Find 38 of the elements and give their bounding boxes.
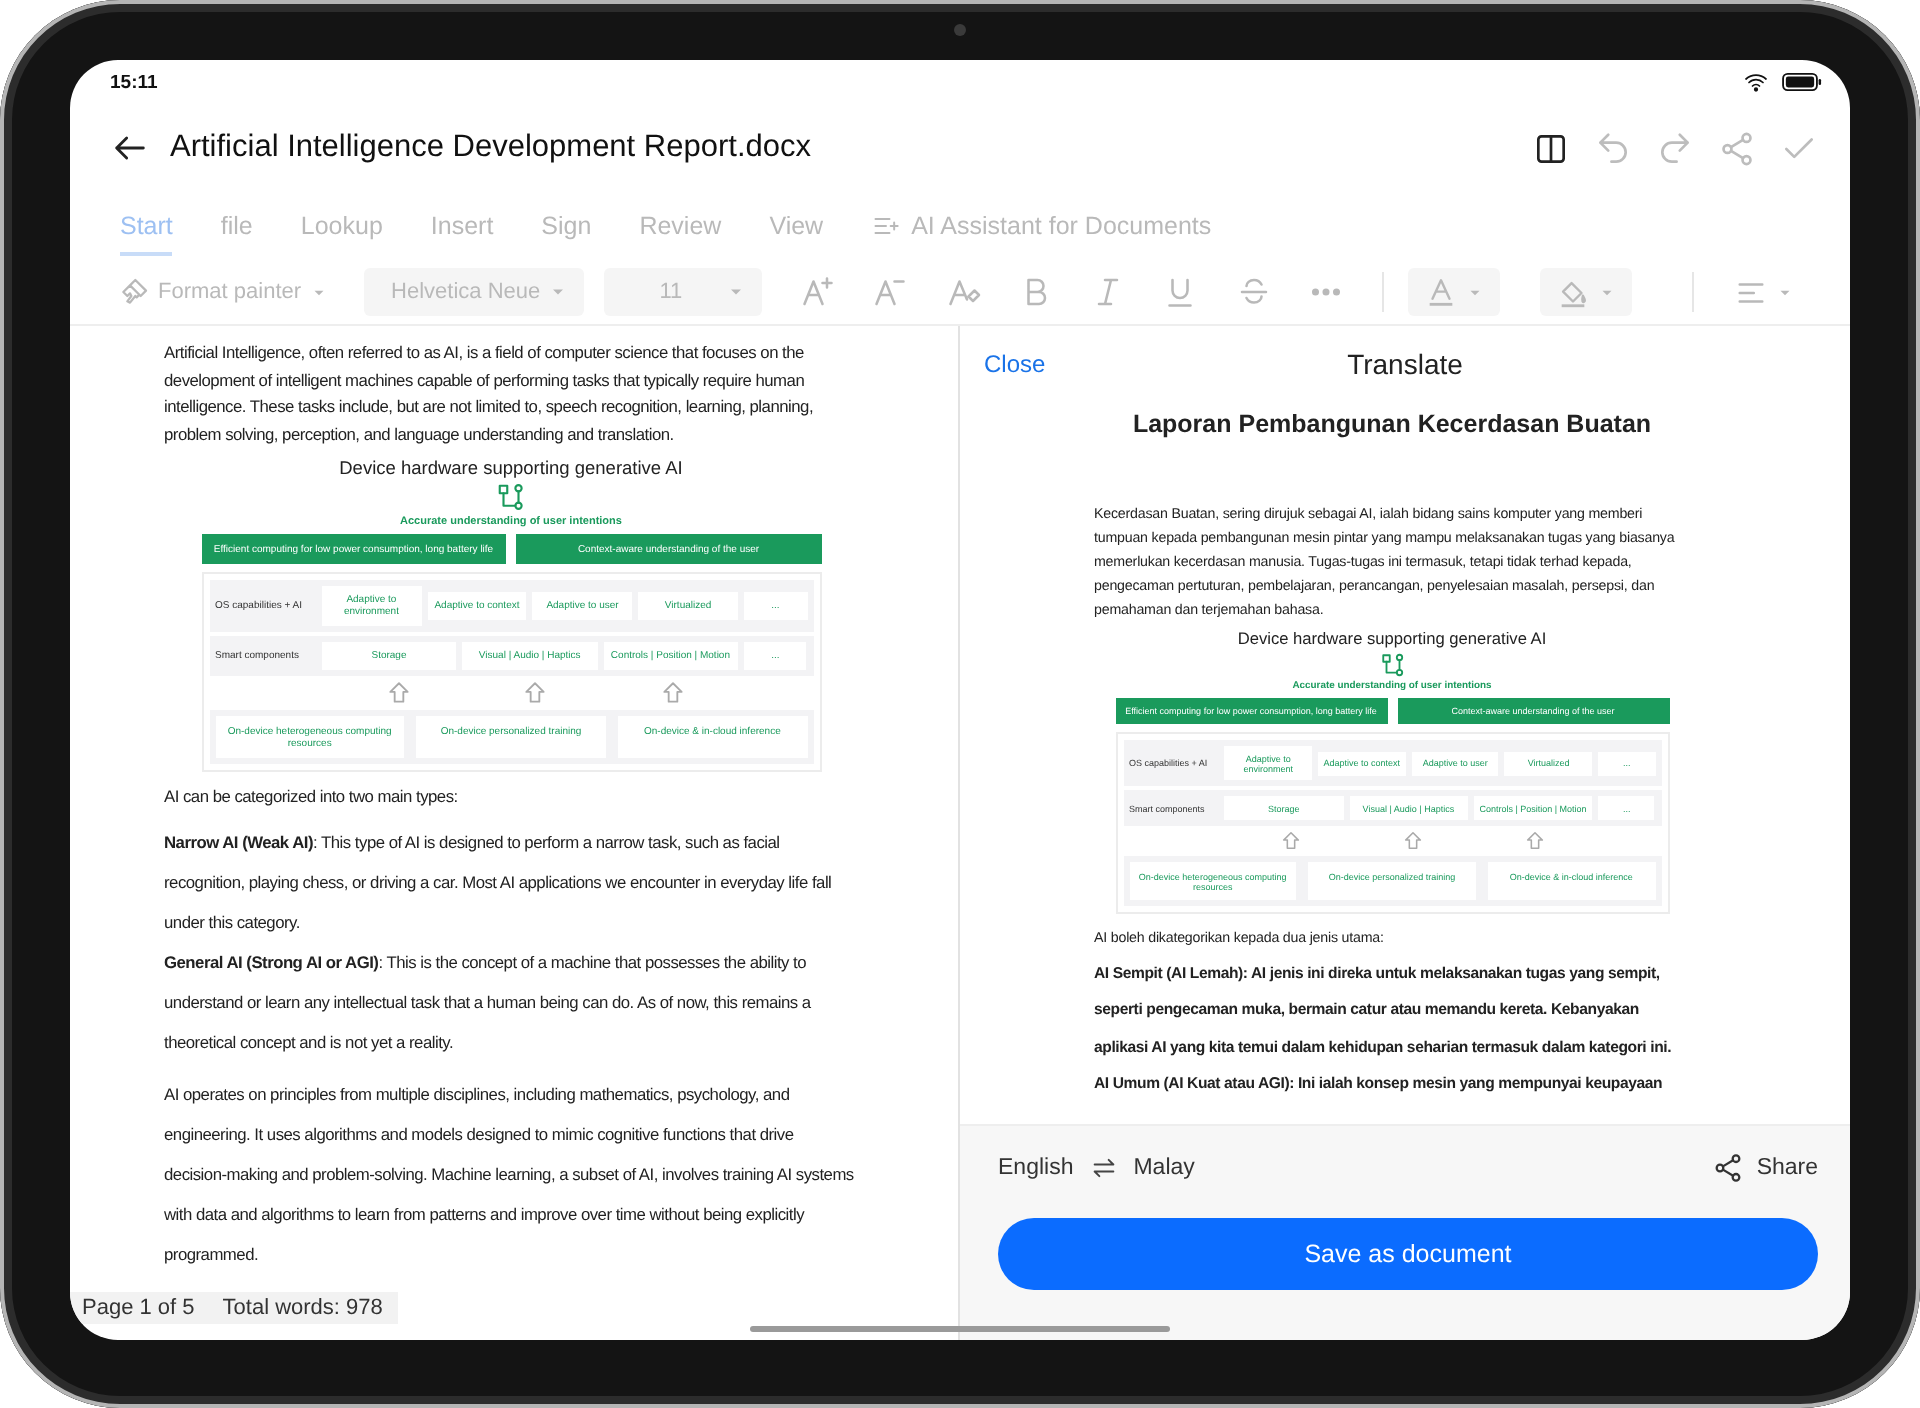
split-view-button[interactable] (1532, 129, 1570, 167)
paragraph: AI can be categorized into two main types: (164, 784, 460, 810)
up-arrow-icon (659, 680, 686, 706)
split-view-icon (1532, 129, 1570, 167)
up-arrow-icon (1402, 830, 1425, 853)
figure-title: Device hardware supporting generative AI (1235, 628, 1549, 648)
paragraph: Narrow AI (Weak AI): This type of AI is designed to perform a narrow task, such as facial recognition, playing chess, or driving a car. Most AI applications we encounter in everyday life fall under this category. (164, 829, 834, 936)
wifi-icon (1742, 70, 1770, 94)
sparkle-list-icon (871, 212, 900, 240)
panel-title: Translate (1347, 348, 1463, 380)
up-arrow-icon (1280, 830, 1303, 853)
page-count: Page 1 of 5 (82, 1296, 195, 1320)
target-language[interactable]: Malay (1133, 1156, 1195, 1180)
word-count: Total words: 978 (222, 1296, 383, 1320)
save-as-document-button[interactable]: Save as document (998, 1218, 1818, 1290)
swap-icon[interactable] (1089, 1154, 1118, 1182)
up-arrow-icon (1524, 830, 1547, 853)
figure-title: Device hardware supporting generative AI (337, 458, 685, 478)
translated-title: Laporan Pembangunan Kecerdasan Buatan (1130, 410, 1654, 438)
document-title: Artificial Intelligence Development Report.docx (170, 130, 811, 166)
share-icon (1718, 129, 1756, 167)
share-button[interactable]: Share (1712, 1152, 1818, 1184)
paragraph: Artificial Intelligence, often referred to as AI, is a field of computer science that focuses on the development of intelligent machines capable of performing tasks that typically require human intelligence. These tasks include, but are not limited to, speech recognition, learning, planning, problem solving, perception, and language understanding and translation. (164, 340, 816, 448)
paragraph: General AI (Strong AI or AGI): This is the concept of a machine that possesses the ability to understand or learn any intellectual task that a human being can do. As of now, this remains a theoretical concept and is not yet a reality. (164, 949, 813, 1056)
flowchart-icon (1379, 652, 1405, 678)
paragraph: AI operates on principles from multiple disciplines, including mathematics, psychology, and engineering. It uses algorithms and models designed to mimic cognitive functions that drive decision-making and problem-solving. Machine learning, a subset of AI, involves training AI systems with data and algorithms to learn from patterns and improve over time without being explicitly programmed. (164, 1081, 856, 1268)
share-icon (1712, 1152, 1745, 1184)
battery-icon (1782, 72, 1822, 92)
up-arrow-icon (385, 680, 412, 706)
flowchart-icon (496, 482, 526, 512)
up-arrow-icon (522, 680, 549, 706)
camera-dot (954, 24, 966, 36)
undo-icon (1594, 129, 1632, 167)
paintbrush-icon (118, 276, 150, 308)
status-time: 15:11 (110, 71, 158, 93)
close-button[interactable]: Close (984, 350, 1046, 378)
source-language[interactable]: English (998, 1156, 1074, 1180)
redo-icon (1656, 129, 1694, 167)
